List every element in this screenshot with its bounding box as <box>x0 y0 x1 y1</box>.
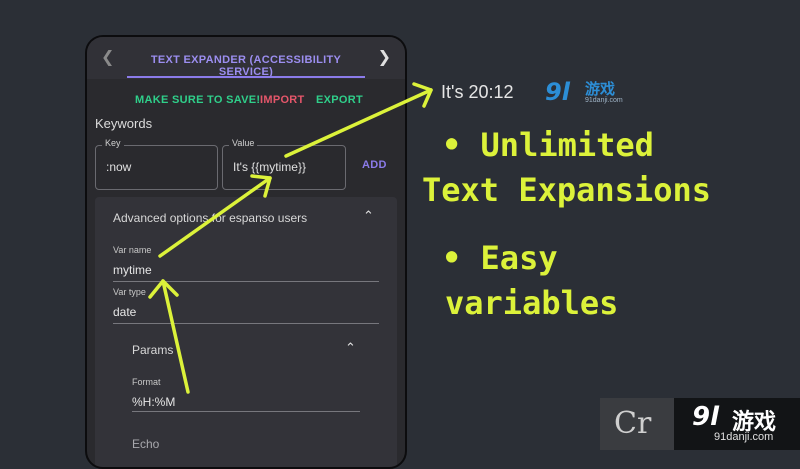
annotation-arrows <box>148 82 433 394</box>
arrow-value-to-result <box>284 88 433 158</box>
arrow-varname-to-value <box>158 176 272 258</box>
arrow-format-to-varname <box>161 279 190 394</box>
